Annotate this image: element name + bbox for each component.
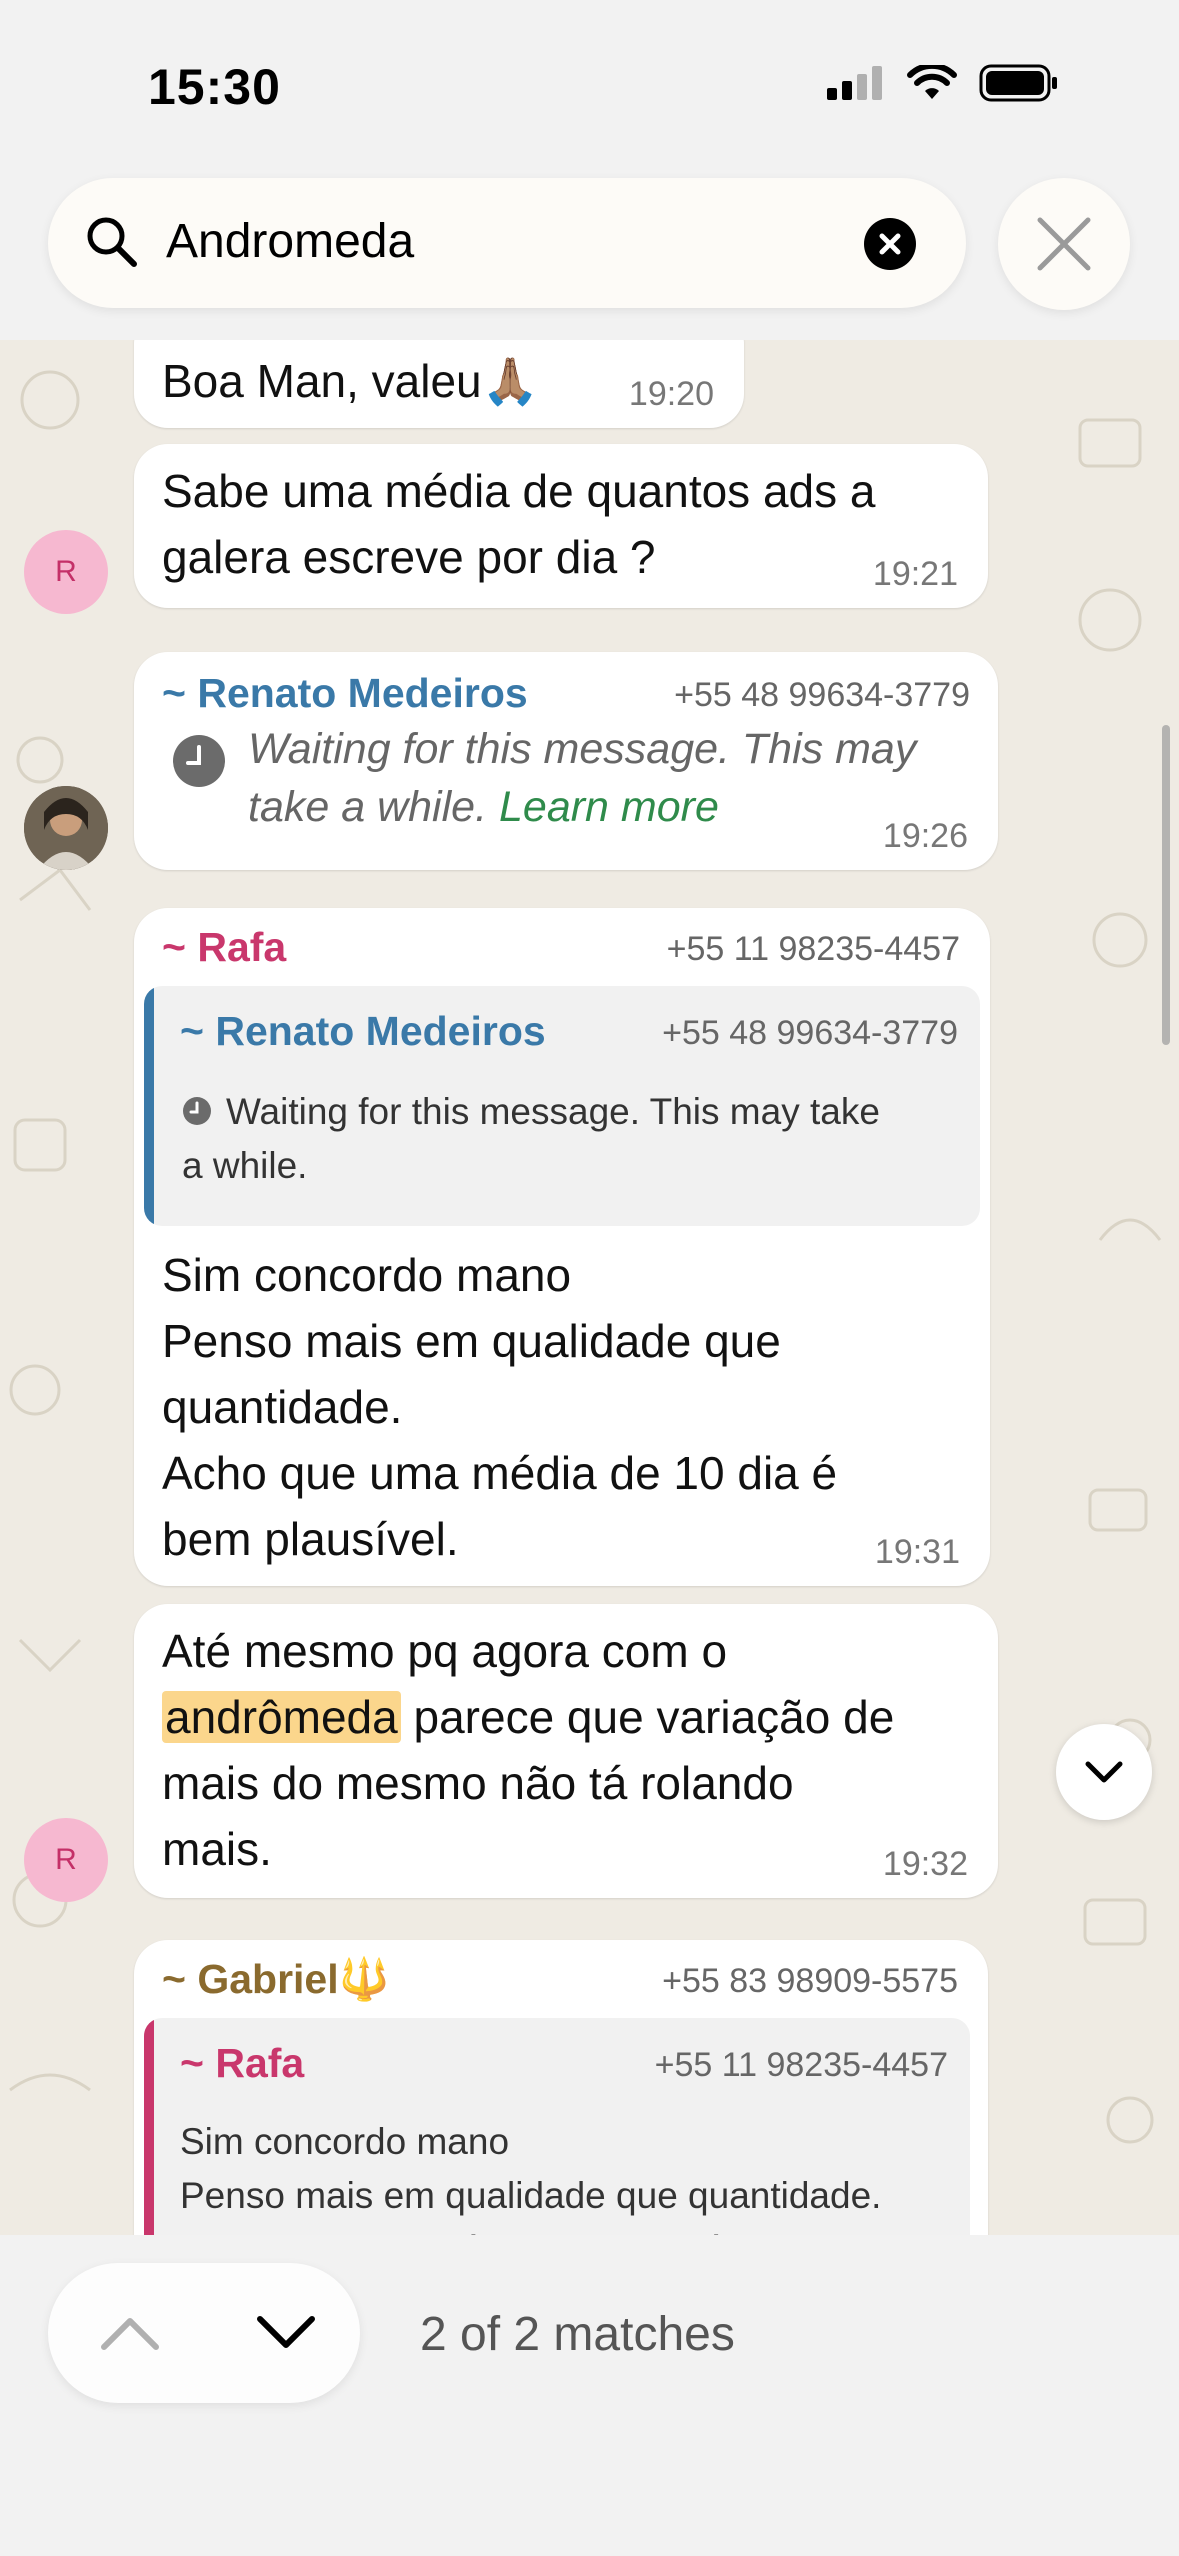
chevron-down-icon (1085, 1761, 1123, 1783)
close-icon (1037, 217, 1091, 271)
quote-bar (144, 986, 154, 1226)
learn-more-link[interactable]: Learn more (499, 783, 719, 831)
message-bubble[interactable]: Boa Man, valeu🙏🏽 19:20 (134, 340, 744, 428)
quoted-phone: +55 48 99634-3779 (662, 1014, 958, 1052)
close-search-button[interactable] (998, 178, 1130, 310)
clock-icon (173, 735, 225, 787)
clock-icon (183, 1097, 211, 1125)
search-input[interactable]: Andromeda (166, 214, 414, 269)
sender-name[interactable]: ~ Gabriel🔱 (162, 1954, 390, 2004)
search-field[interactable]: Andromeda (48, 178, 966, 308)
next-match-button[interactable] (246, 2303, 326, 2363)
sender-phone: +55 11 98235-4457 (666, 930, 960, 968)
message-text-line: Sim concordo mano (162, 1249, 572, 1301)
quoted-text: Sim concordo mano (180, 2121, 510, 2162)
search-icon (87, 217, 137, 267)
message-text-line: andrômeda parece que variação de (162, 1684, 894, 1750)
message-bubble[interactable]: Até mesmo pq agora com o andrômeda parec… (134, 1604, 998, 1898)
clear-search-button[interactable] (864, 218, 916, 270)
message-text-line: bem plausível. (162, 1513, 459, 1565)
message-time: 19:26 (882, 817, 968, 855)
quoted-message[interactable]: ~ Rafa +55 11 98235-4457 Sim concordo ma… (144, 2018, 970, 2235)
clear-icon (879, 233, 901, 255)
quoted-sender: ~ Rafa (180, 2040, 305, 2086)
message-text-line: Acho que uma média de 10 dia é (162, 1447, 838, 1499)
sender-name[interactable]: ~ Rafa (162, 922, 286, 972)
message-time: 19:31 (874, 1533, 960, 1571)
sender-phone: +55 83 98909-5575 (662, 1962, 958, 2000)
quote-bar (144, 2018, 154, 2235)
message-bubble[interactable]: ~ Renato Medeiros +55 48 99634-3779 Wait… (134, 652, 998, 870)
quoted-text: Waiting for this message. This may take (226, 1091, 880, 1132)
waiting-text: take a while. Learn more (248, 778, 719, 836)
status-time: 15:30 (148, 59, 281, 115)
message-text-line: Sabe uma média de quantos ads a (162, 465, 876, 517)
search-highlight: andrômeda (162, 1691, 401, 1743)
message-bubble[interactable]: Sabe uma média de quantos ads a galera e… (134, 444, 988, 608)
message-time: 19:20 (628, 375, 714, 413)
match-count: 2 of 2 matches (420, 2308, 735, 2361)
chat-area[interactable]: Boa Man, valeu🙏🏽 19:20 R Sabe uma média … (0, 340, 1179, 2235)
quoted-message[interactable]: ~ Renato Medeiros +55 48 99634-3779 Wait… (144, 986, 980, 1226)
message-bubble[interactable]: ~ Gabriel🔱 +55 83 98909-5575 ~ Rafa +55 … (134, 1940, 988, 2235)
avatar[interactable]: R (24, 530, 108, 614)
wifi-icon (907, 65, 957, 99)
match-navigation (48, 2263, 360, 2403)
quoted-text: Penso mais em qualidade que quantidade. (180, 2175, 882, 2216)
avatar[interactable] (24, 786, 108, 870)
message-text-line: Até mesmo pq agora com o (162, 1625, 728, 1677)
quoted-text: a while. (182, 1145, 308, 1186)
sender-name[interactable]: ~ Renato Medeiros (162, 668, 528, 718)
cellular-signal-icon (827, 66, 882, 100)
message-time: 19:21 (872, 555, 958, 593)
message-text: Boa Man, valeu🙏🏽 (162, 355, 539, 407)
message-text-line: mais. (162, 1823, 272, 1875)
waiting-text-line2: take a while. (248, 783, 488, 831)
quoted-text: Acho que uma média de 10 dia é bem plau (180, 2224, 886, 2235)
scroll-indicator[interactable] (1162, 725, 1170, 1045)
battery-icon (979, 64, 1057, 102)
waiting-text: Waiting for this message. This may (248, 725, 917, 773)
quoted-sender: ~ Renato Medeiros (180, 1008, 546, 1054)
message-text-line: Penso mais em qualidade que (162, 1315, 781, 1367)
message-text-fragment: parece que variação de (400, 1691, 895, 1743)
message-text-line: galera escreve por dia ? (162, 531, 656, 583)
message-text-line: mais do mesmo não tá rolando (162, 1757, 794, 1809)
previous-match-button[interactable] (90, 2303, 170, 2363)
status-bar: 15:30 (0, 0, 1179, 160)
status-icons (827, 64, 1059, 102)
search-bar: Andromeda (0, 160, 1179, 340)
message-bubble[interactable]: ~ Rafa +55 11 98235-4457 ~ Renato Medeir… (134, 908, 990, 1586)
profile-photo (24, 786, 108, 870)
message-time: 19:32 (882, 1845, 968, 1883)
sender-phone: +55 48 99634-3779 (674, 676, 970, 714)
message-text-line: quantidade. (162, 1381, 403, 1433)
scroll-to-bottom-button[interactable] (1056, 1724, 1152, 1820)
search-results-bar: 2 of 2 matches (0, 2235, 1179, 2556)
avatar[interactable]: R (24, 1818, 108, 1902)
quoted-phone: +55 11 98235-4457 (654, 2046, 948, 2084)
